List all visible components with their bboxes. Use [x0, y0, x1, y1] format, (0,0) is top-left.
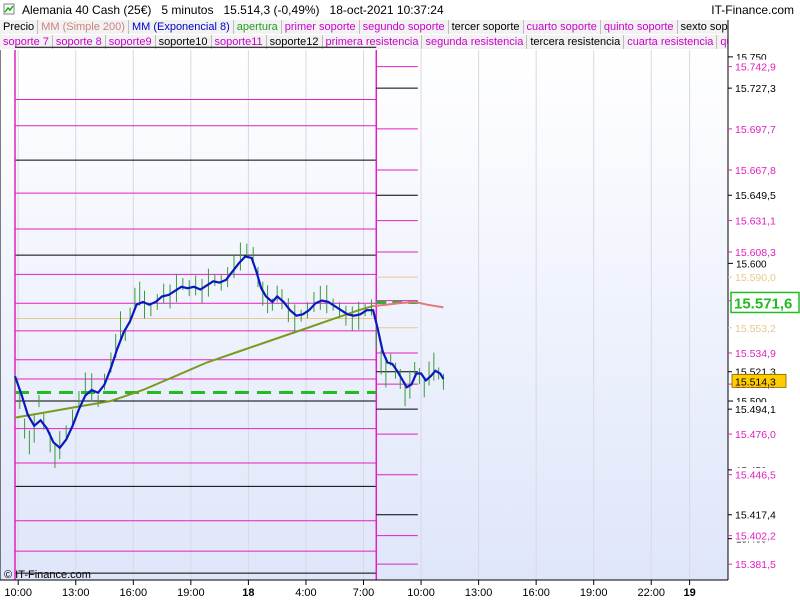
level-label: 15.667,8 — [735, 165, 776, 177]
level-label: 15.727,3 — [735, 83, 776, 95]
level-label: 15.446,5 — [735, 470, 776, 482]
x-tick-label: 7:00 — [353, 587, 374, 599]
level-label: 15.417,4 — [735, 510, 776, 522]
price-chart[interactable]: 15.75015.60015.50015.45015.40015.742,915… — [0, 0, 800, 600]
x-tick-label: 22:00 — [637, 587, 665, 599]
x-tick-label: 4:00 — [295, 587, 316, 599]
level-label: 15.476,0 — [735, 429, 776, 441]
level-label: 15.534,9 — [735, 348, 776, 360]
current-price-label: 15.514,3 — [735, 376, 776, 388]
level-label: 15.742,9 — [735, 62, 776, 74]
x-tick-label: 10:00 — [4, 587, 32, 599]
x-tick-label: 13:00 — [62, 587, 90, 599]
x-tick-label: 19:00 — [177, 587, 205, 599]
level-label: 15.553,2 — [735, 323, 776, 335]
x-tick-label: 19 — [683, 587, 695, 599]
watermark: © IT-Finance.com — [4, 569, 91, 581]
x-tick-label: 13:00 — [465, 587, 493, 599]
level-label: 15.631,1 — [735, 216, 776, 228]
level-label: 15.590,0 — [735, 272, 776, 284]
level-label: 15.649,5 — [735, 190, 776, 202]
level-label: 15.402,2 — [735, 531, 776, 543]
x-tick-label: 16:00 — [120, 587, 148, 599]
level-label: 15.381,5 — [735, 559, 776, 571]
y-tick-label: 15.600 — [736, 259, 767, 270]
x-tick-label: 19:00 — [580, 587, 608, 599]
level-label: 15.697,7 — [735, 124, 776, 136]
time-axis: 10:00 13:00 16:00 19:00 18 4:00 7:00 10:00 13:00… — [0, 579, 728, 600]
level-label: 15.608,3 — [735, 247, 776, 259]
level-label: 15.494,1 — [735, 404, 776, 416]
price-axis: 15.75015.60015.50015.45015.40015.742,915… — [727, 20, 800, 580]
x-tick-label: 16:00 — [522, 587, 550, 599]
opening-price-label: 15.571,6 — [734, 295, 792, 312]
x-tick-label: 10:00 — [407, 587, 435, 599]
x-tick-label: 18 — [242, 587, 254, 599]
